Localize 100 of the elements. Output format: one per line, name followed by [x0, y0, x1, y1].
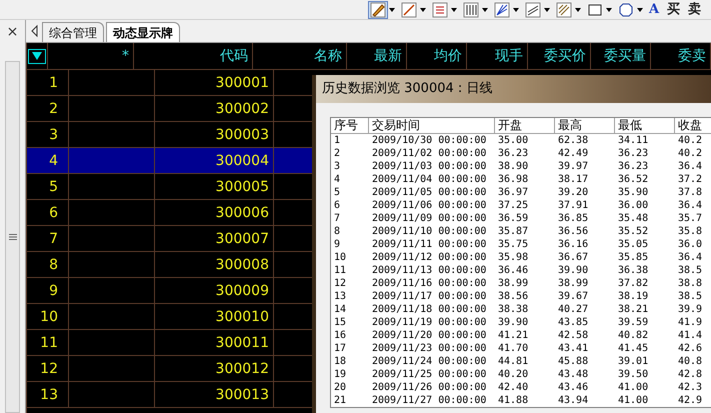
table-cell-text: 35.90 [617, 186, 650, 199]
table-cell-text: 2009/11/02 00:00:00 [371, 147, 488, 160]
table-cell-text: 2009/11/03 00:00:00 [371, 160, 488, 173]
table-cell: 300005 [155, 174, 274, 199]
table-cell-text: 39.9 [677, 303, 704, 316]
table-cell-text: 43.85 [557, 316, 590, 329]
table-cell-text: 39.97 [557, 160, 590, 173]
table-cell-text: 36.00 [617, 199, 650, 212]
table-cell-text: 2 [333, 147, 342, 160]
table-cell-text: 9 [333, 238, 342, 251]
table-cell-text: 2009/11/06 00:00:00 [371, 199, 488, 212]
table-cell-text: 2009/11/23 00:00:00 [371, 342, 488, 355]
table-cell-text: 36.23 [617, 160, 650, 173]
table-cell-text: 41.70 [497, 342, 530, 355]
table-cell: 300003 [155, 122, 274, 147]
table-cell-text: 1 [333, 134, 342, 147]
table-cell-text: 43.94 [557, 394, 590, 407]
table-cell-text: 36.46 [497, 264, 530, 277]
table-cell-text: 39.01 [617, 355, 650, 368]
table-cell-text: 2009/11/18 00:00:00 [371, 303, 488, 316]
table-cell-text: 35.87 [497, 225, 530, 238]
table-cell-text: 41.45 [617, 342, 650, 355]
table-cell-text: 2009/11/26 00:00:00 [371, 381, 488, 394]
table-cell-text: 36.59 [497, 212, 530, 225]
table-cell-text: 2009/11/27 00:00:00 [371, 394, 488, 407]
table-cell-text: 44.81 [497, 355, 530, 368]
table-cell-text: 35.05 [617, 238, 650, 251]
table-cell-text: 18 [333, 355, 348, 368]
table-cell-text: 39.90 [557, 264, 590, 277]
table-cell: 300011 [155, 330, 274, 355]
table-cell-text: 35.98 [497, 251, 530, 264]
table-cell-text: 35.52 [617, 225, 650, 238]
row-number: 1 [27, 70, 69, 95]
table-cell-text: 35.7 [677, 212, 704, 225]
table-cell-text: 40.20 [497, 368, 530, 381]
table-cell-text: 38.99 [557, 277, 590, 290]
table-cell-text: 41.00 [617, 394, 650, 407]
table-cell-text: 2009/11/12 00:00:00 [371, 251, 488, 264]
row-number: 4 [27, 148, 69, 173]
table-cell-text: 38.56 [497, 290, 530, 303]
table-cell-text: 35.8 [677, 225, 704, 238]
table-cell-text: 2009/11/04 00:00:00 [371, 173, 488, 186]
table-cell-text: 36.4 [677, 251, 704, 264]
table-cell-text: 6 [333, 199, 342, 212]
table-cell-text: 43.48 [557, 368, 590, 381]
table-cell-text: 35.48 [617, 212, 650, 225]
table-cell-text: 2009/11/05 00:00:00 [371, 186, 488, 199]
table-cell-text: 2009/11/20 00:00:00 [371, 329, 488, 342]
row-number: 7 [27, 226, 69, 251]
table-cell-text: 36.23 [617, 147, 650, 160]
table-cell-text: 42.6 [677, 342, 704, 355]
table-cell-text: 36.38 [617, 264, 650, 277]
table-cell-text: 38.99 [497, 277, 530, 290]
table-cell: 300004 [155, 148, 274, 173]
table-cell-text: 38.5 [677, 290, 704, 303]
table-cell-text: 39.90 [497, 316, 530, 329]
table-cell-text: 11 [333, 264, 348, 277]
table-cell-text: 62.38 [557, 134, 590, 147]
table-cell-text: 36.85 [557, 212, 590, 225]
table-cell-text: 38.19 [617, 290, 650, 303]
table-cell-text: 38.38 [497, 303, 530, 316]
table-cell-text: 17 [333, 342, 348, 355]
table-cell-text: 36.16 [557, 238, 590, 251]
row-number: 6 [27, 200, 69, 225]
table-cell-text: 2009/11/16 00:00:00 [371, 277, 488, 290]
table-cell-text: 36.4 [677, 160, 704, 173]
dialog-title: 历史数据浏览 300004 : 日线 [322, 80, 492, 98]
table-cell-text: 8 [333, 225, 342, 238]
table-cell-text: 40.82 [617, 329, 650, 342]
table-cell-text: 3 [333, 160, 342, 173]
table-cell-text: 16 [333, 329, 348, 342]
table-cell-text: 42.8 [677, 368, 704, 381]
table-cell-text: 36.4 [677, 199, 704, 212]
table-cell-text: 38.5 [677, 264, 704, 277]
table-cell-text: 41.4 [677, 329, 704, 342]
table-cell: 300007 [155, 226, 274, 251]
table-cell-text: 37.8 [677, 186, 704, 199]
table-cell-text: 2009/11/11 00:00:00 [371, 238, 488, 251]
table-cell-text: 10 [333, 251, 348, 264]
table-cell-text: 36.67 [557, 251, 590, 264]
table-cell-text: 4 [333, 173, 342, 186]
row-number: 13 [27, 382, 69, 407]
table-cell-text: 39.59 [617, 316, 650, 329]
table-cell-text: 37.91 [557, 199, 590, 212]
table-cell-text: 2009/11/24 00:00:00 [371, 355, 488, 368]
table-cell-text: 34.11 [617, 134, 650, 147]
table-cell-text: 41.9 [677, 316, 704, 329]
table-cell: 300013 [155, 382, 274, 407]
table-cell-text: 35.85 [617, 251, 650, 264]
table-cell-text: 41.00 [617, 381, 650, 394]
table-cell-text: 15 [333, 316, 348, 329]
table-cell-text: 36.97 [497, 186, 530, 199]
table-cell-text: 43.41 [557, 342, 590, 355]
table-cell-text: 39.20 [557, 186, 590, 199]
table-cell: 300002 [155, 96, 274, 121]
table-cell-text: 14 [333, 303, 348, 316]
table-cell: 300006 [155, 200, 274, 225]
table-cell-text: 2009/11/10 00:00:00 [371, 225, 488, 238]
table-cell-text: 2009/11/17 00:00:00 [371, 290, 488, 303]
table-cell-text: 41.21 [497, 329, 530, 342]
